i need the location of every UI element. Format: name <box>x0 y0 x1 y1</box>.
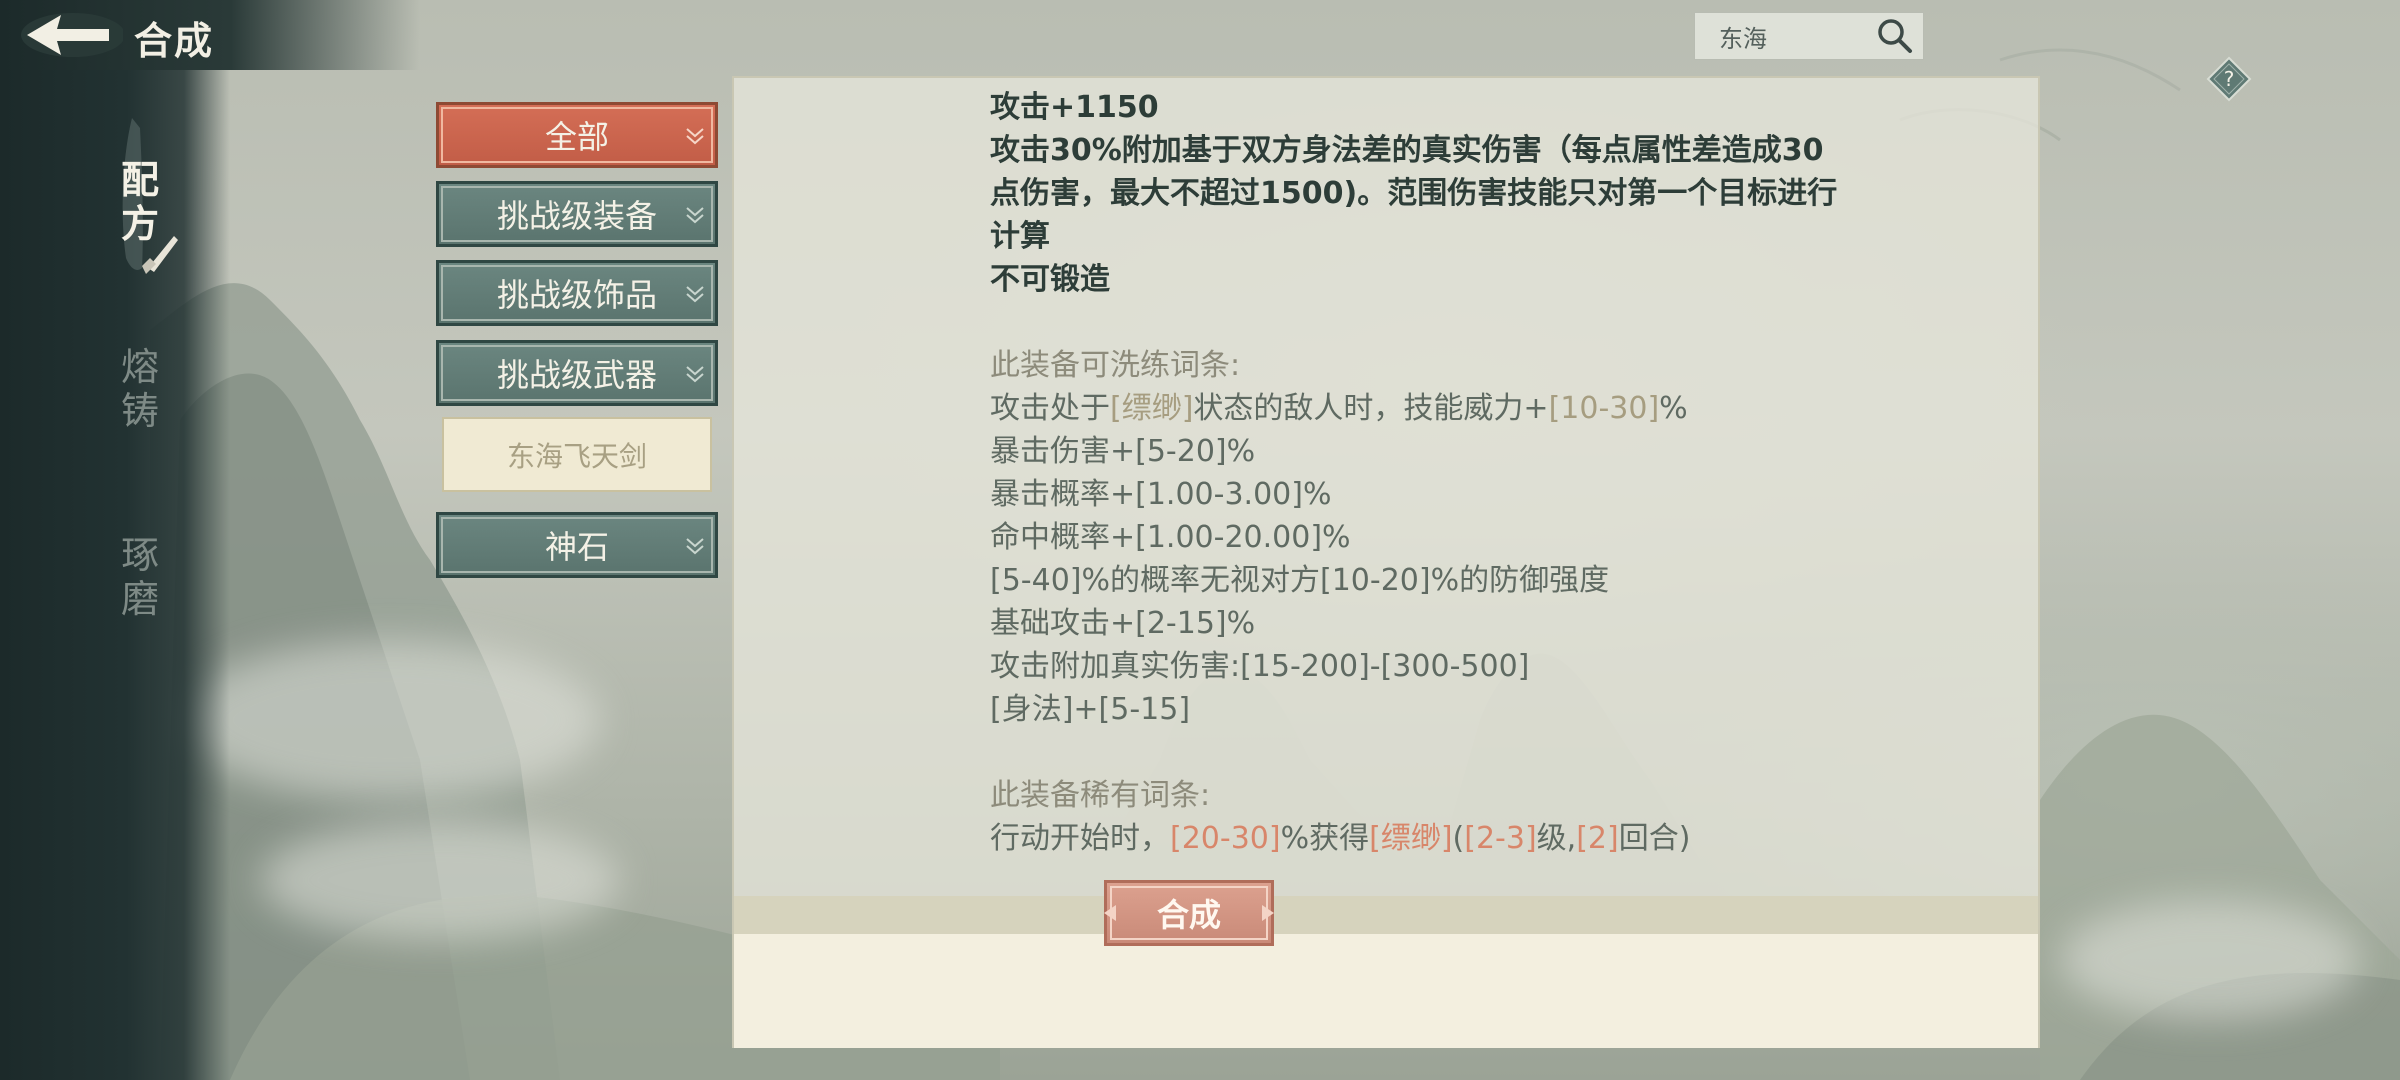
refine-heading: 此装备可洗练词条: <box>990 348 1241 383</box>
crafting-screen: { "header": { "title": "合成" }, "side_tab… <box>0 0 2400 1080</box>
tab-polish[interactable]: 琢 磨 <box>112 533 168 621</box>
refine-text: 攻击处于 <box>990 391 1110 426</box>
category-divine-stone[interactable]: 神石 <box>436 512 718 578</box>
panel-footer <box>734 934 2038 1048</box>
stat-line: 攻击+1150 <box>990 90 1159 125</box>
description-scroll-area[interactable]: 攻击+1150 攻击30%附加基于双方身法差的真实伤害（每点属性差造成30 点伤… <box>990 86 1910 896</box>
back-button[interactable] <box>8 6 128 64</box>
recipe-detail-panel: 攻击+1150 攻击30%附加基于双方身法差的真实伤害（每点属性差造成30 点伤… <box>732 76 2040 1048</box>
chevron-down-icon <box>686 538 704 555</box>
refine-bracket: [缥缈] <box>1110 391 1194 426</box>
tab-smelt[interactable]: 熔 铸 <box>112 345 168 433</box>
refine-line: 命中概率+[1.00-20.00]% <box>990 520 1351 555</box>
chevron-down-icon <box>686 366 704 383</box>
refine-line: 攻击处于[缥缈]状态的敌人时，技能威力+[10-30]% <box>990 387 1910 430</box>
refine-line: 基础攻击+[2-15]% <box>990 606 1256 641</box>
tab-polish-label-top: 琢 <box>120 533 159 577</box>
rare-highlight: [缥缈] <box>1369 821 1453 856</box>
category-challenge-equipment[interactable]: 挑战级装备 <box>436 181 718 247</box>
tab-smelt-label-top: 熔 <box>120 345 159 389</box>
category-challenge-accessory[interactable]: 挑战级饰品 <box>436 260 718 326</box>
svg-text:?: ? <box>2224 67 2235 91</box>
search-value[interactable]: 东海 <box>1719 19 1873 54</box>
effect-line: 计算 <box>990 219 1050 254</box>
category-challenge-weapon[interactable]: 挑战级武器 <box>436 340 718 406</box>
search-input[interactable]: 东海 <box>1694 12 1924 60</box>
refine-text: % <box>1659 391 1688 426</box>
refine-line: [5-40]%的概率无视对方[10-20]%的防御强度 <box>990 563 1610 598</box>
refine-line: 暴击概率+[1.00-3.00]% <box>990 477 1332 512</box>
page-title: 合成 <box>134 18 215 63</box>
effect-line: 点伤害，最大不超过1500)。范围伤害技能只对第一个目标进行 <box>990 176 1838 211</box>
tab-recipe[interactable]: 配 方 <box>112 158 168 246</box>
rare-text: ( <box>1452 821 1465 856</box>
back-arrow-icon <box>21 13 123 57</box>
mist <box>260 820 620 940</box>
category-weapon-label: 挑战级武器 <box>496 356 657 394</box>
rare-line: 行动开始时，[20-30]%获得[缥缈]([2-3]级,[2]回合) <box>990 817 1910 860</box>
help-icon[interactable]: ? <box>2206 56 2252 102</box>
chevron-down-icon <box>686 128 704 145</box>
selected-recipe-label: 东海飞天剑 <box>506 439 647 473</box>
search-icon[interactable] <box>1873 14 1917 58</box>
mist <box>2060 900 2360 1020</box>
rare-text: 回合) <box>1618 821 1691 856</box>
refine-line: [身法]+[5-15] <box>990 692 1191 727</box>
category-all-label: 全部 <box>544 118 609 156</box>
chevron-down-icon <box>686 286 704 303</box>
rare-highlight: [20-30] <box>1170 821 1281 856</box>
list-item-selected-recipe[interactable]: 东海飞天剑 <box>442 417 712 492</box>
mist <box>180 640 600 800</box>
tab-polish-label-bottom: 磨 <box>120 577 159 621</box>
tab-recipe-label-top: 配 <box>120 157 159 202</box>
panel-divider <box>734 896 2038 934</box>
chevron-down-icon <box>686 207 704 224</box>
refine-line: 暴击伤害+[5-20]% <box>990 434 1256 469</box>
category-equipment-label: 挑战级装备 <box>496 197 657 235</box>
rare-text: %获得 <box>1280 821 1370 856</box>
refine-bracket: [10-30] <box>1548 391 1660 426</box>
category-stone-label: 神石 <box>544 528 609 566</box>
tab-recipe-label-bottom: 方 <box>120 201 159 246</box>
forge-note: 不可锻造 <box>990 262 1110 297</box>
rare-highlight: [2-3] <box>1464 821 1537 856</box>
category-accessory-label: 挑战级饰品 <box>496 276 657 314</box>
synthesize-label: 合成 <box>1156 896 1221 934</box>
rare-heading: 此装备稀有词条: <box>990 778 1211 813</box>
synthesize-button[interactable]: 合成 <box>1104 880 1274 946</box>
rare-text: 级, <box>1536 821 1577 856</box>
tab-smelt-label-bottom: 铸 <box>120 389 159 433</box>
category-all[interactable]: 全部 <box>436 102 718 168</box>
rare-text: 行动开始时， <box>990 821 1170 856</box>
refine-text: 状态的敌人时，技能威力+ <box>1193 391 1549 426</box>
refine-line: 攻击附加真实伤害:[15-200]-[300-500] <box>990 649 1530 684</box>
effect-line: 攻击30%附加基于双方身法差的真实伤害（每点属性差造成30 <box>990 133 1824 168</box>
rare-highlight: [2] <box>1576 821 1619 856</box>
